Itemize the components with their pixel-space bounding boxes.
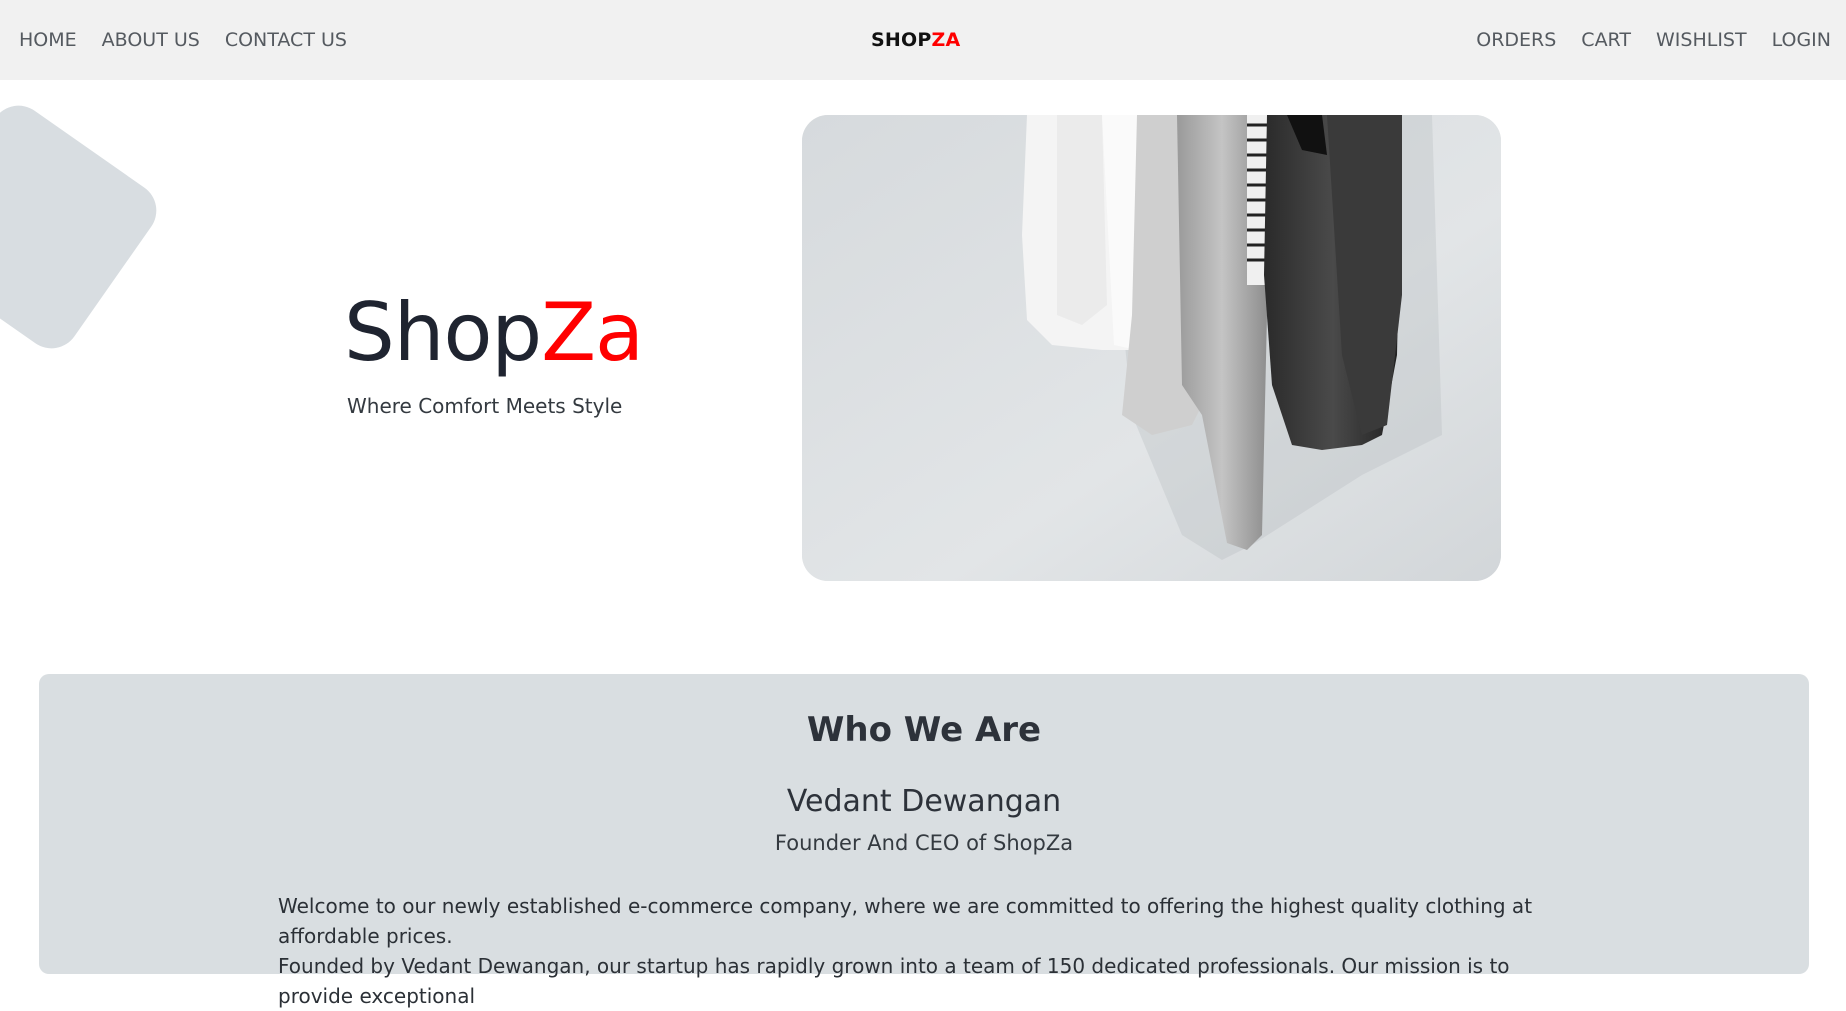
hero-tagline: Where Comfort Meets Style: [347, 394, 623, 418]
hanging-clothes-photo-icon: [802, 115, 1501, 581]
about-paragraph-line: Welcome to our newly established e-comme…: [278, 894, 1533, 948]
nav-wishlist-link[interactable]: WISHLIST: [1656, 29, 1747, 51]
nav-contact-link[interactable]: CONTACT US: [225, 29, 347, 51]
brand-part-za: ZA: [931, 29, 961, 51]
about-paragraph-line: Founded by Vedant Dewangan, our startup …: [278, 954, 1510, 1008]
nav-login-link[interactable]: LOGIN: [1772, 29, 1831, 51]
nav-right-group: ORDERS CART WISHLIST LOGIN: [1451, 0, 1831, 80]
about-paragraph: Welcome to our newly established e-comme…: [278, 891, 1578, 1011]
hero-image: [802, 115, 1501, 581]
hero-title: ShopZa: [344, 285, 644, 381]
nav-about-link[interactable]: ABOUT US: [102, 29, 200, 51]
about-heading: Who We Are: [806, 710, 1042, 750]
decorative-shape: [0, 94, 168, 360]
nav-orders-link[interactable]: ORDERS: [1476, 29, 1556, 51]
brand-logo-link[interactable]: SHOP ZA: [871, 0, 960, 80]
navbar: HOME ABOUT US CONTACT US SHOP ZA ORDERS C…: [0, 0, 1846, 80]
founder-name: Vedant Dewangan: [786, 784, 1062, 819]
nav-home-link[interactable]: HOME: [19, 29, 77, 51]
nav-left-group: HOME ABOUT US CONTACT US: [19, 0, 372, 80]
founder-title: Founder And CEO of ShopZa: [774, 831, 1074, 855]
hero-title-shop: Shop: [344, 286, 542, 379]
brand-part-shop: SHOP: [871, 29, 932, 51]
about-section: Who We Are Vedant Dewangan Founder And C…: [39, 674, 1809, 1008]
hero-title-za: Za: [541, 286, 644, 379]
nav-cart-link[interactable]: CART: [1581, 29, 1631, 51]
